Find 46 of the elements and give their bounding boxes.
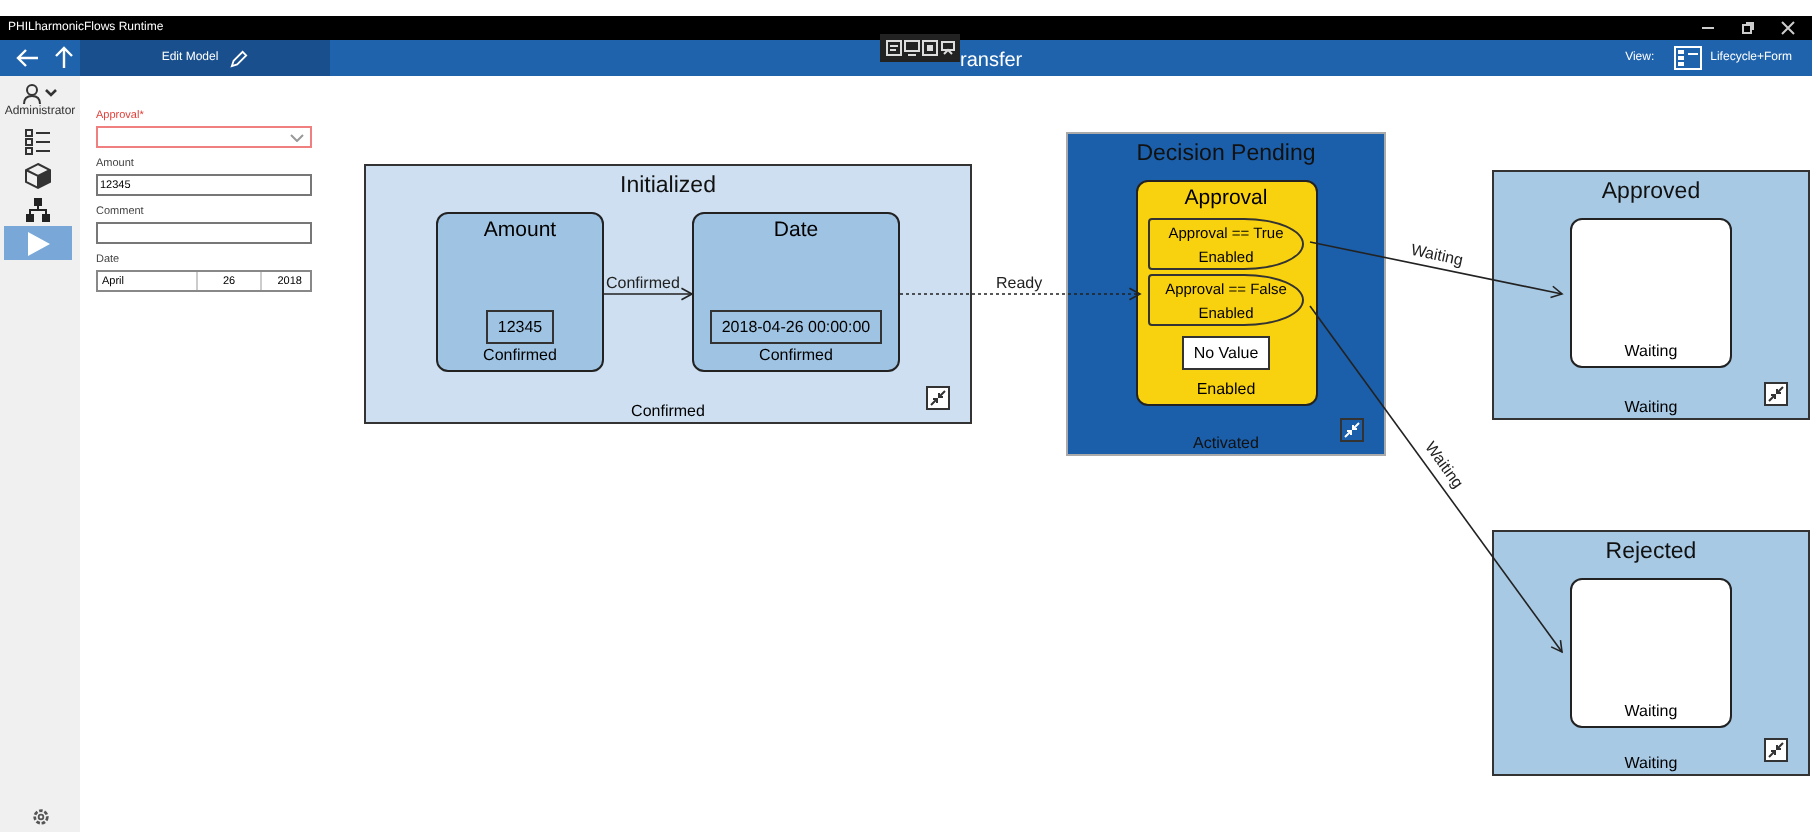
- collapse-icon[interactable]: [926, 386, 950, 410]
- settings-icon[interactable]: [31, 808, 49, 826]
- toolbar-icon[interactable]: [885, 40, 901, 56]
- step-status: Enabled: [1196, 378, 1256, 402]
- toolbar-icon[interactable]: [921, 40, 937, 56]
- state-status: Activated: [1193, 432, 1259, 454]
- step-status: Waiting: [1624, 340, 1678, 364]
- state-title: Decision Pending: [1136, 140, 1316, 170]
- state-status: Confirmed: [631, 400, 705, 422]
- step-title: Approval: [1184, 184, 1268, 214]
- play-icon: [24, 229, 52, 257]
- collapse-icon[interactable]: [1340, 418, 1364, 442]
- state-title: Rejected: [1605, 538, 1697, 568]
- cube-icon: [24, 161, 52, 189]
- value-box: 12345: [485, 310, 555, 344]
- step-status: Confirmed: [759, 344, 833, 368]
- state-title: Initialized: [620, 172, 716, 202]
- list-icon: [24, 127, 52, 155]
- state-status: Waiting: [1624, 752, 1678, 774]
- close-icon[interactable]: [1780, 20, 1796, 36]
- view-icon: [1674, 46, 1703, 70]
- collapse-icon[interactable]: [1764, 382, 1788, 406]
- step-status: Confirmed: [483, 344, 557, 368]
- up-arrow-icon[interactable]: [52, 46, 76, 70]
- page-title: ransfer: [960, 50, 1023, 72]
- step-title: Amount: [483, 216, 557, 246]
- step-status: Waiting: [1624, 700, 1678, 724]
- transition-label: Confirmed: [606, 274, 680, 292]
- transition-label: Ready: [996, 274, 1043, 292]
- user-icon[interactable]: [22, 84, 58, 104]
- pencil-icon: [230, 49, 249, 67]
- state-title: Approved: [1601, 178, 1701, 208]
- toolbar-icon[interactable]: [903, 40, 919, 56]
- value-box: 2018-04-26 00:00:00: [709, 310, 883, 344]
- hierarchy-icon: [24, 195, 52, 223]
- input-field[interactable]: [96, 222, 312, 244]
- state-status: Waiting: [1624, 396, 1678, 418]
- transition-label: Waiting: [1409, 240, 1465, 270]
- step-title: Date: [773, 216, 819, 246]
- restore-icon[interactable]: [1740, 20, 1756, 36]
- dropdown-field[interactable]: [96, 126, 312, 148]
- back-arrow-icon[interactable]: [16, 46, 40, 70]
- chevron-down-icon: [290, 133, 304, 141]
- value-box: No Value: [1181, 336, 1271, 370]
- collapse-icon[interactable]: [1764, 738, 1788, 762]
- toolbar-icon[interactable]: [939, 40, 955, 56]
